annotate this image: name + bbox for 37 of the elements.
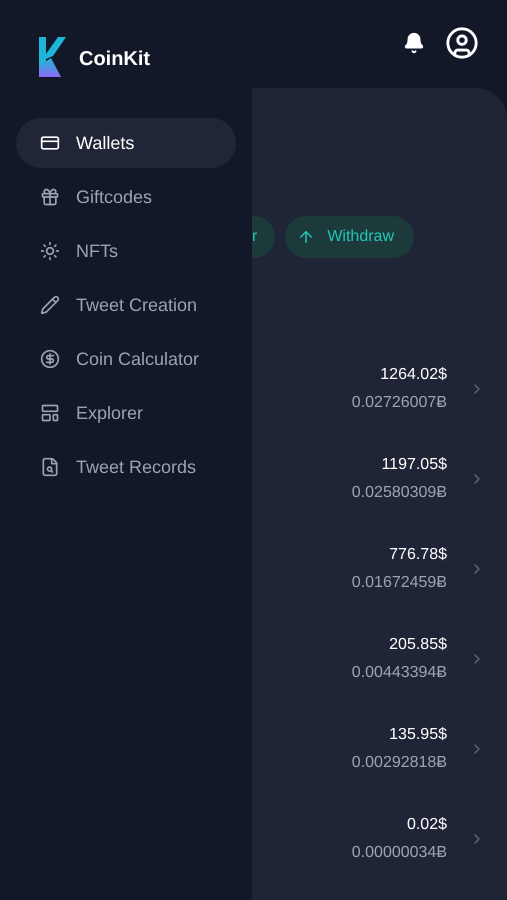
wallet-row[interactable]: 776.78$ 0.01672459Ƀ (252, 524, 507, 614)
usd-amount: 205.85$ (389, 635, 447, 655)
wallet-row[interactable]: 0.02$ 0.00000034Ƀ (252, 794, 507, 884)
wallet-row[interactable]: 1264.02$ 0.02726007Ƀ (252, 344, 507, 434)
wallet-row[interactable]: 1197.05$ 0.02580309Ƀ (252, 434, 507, 524)
usd-amount: 0.02$ (406, 815, 447, 835)
btc-amount: 0.02580309Ƀ (352, 483, 447, 503)
wallet-row[interactable]: 135.95$ 0.00292818Ƀ (252, 704, 507, 794)
action-button[interactable]: Withdraw (285, 216, 414, 258)
sidebar-item[interactable]: Tweet Creation (16, 280, 236, 330)
btc-amount: 0.02726007Ƀ (352, 393, 447, 413)
wallet-row[interactable]: 205.85$ 0.00443394Ƀ (252, 614, 507, 704)
btc-amount: 0.01672459Ƀ (352, 573, 447, 593)
dollar-coin-icon (40, 349, 60, 369)
sidebar-item[interactable]: Tweet Records (16, 442, 236, 492)
action-button[interactable]: r (252, 216, 276, 258)
btc-amount: 0.00000034Ƀ (352, 843, 447, 863)
pencil-icon (40, 295, 60, 315)
btc-amount: 0.00443394Ƀ (352, 663, 447, 683)
sidebar-item[interactable]: NFTs (16, 226, 236, 276)
brand-name: CoinKit (79, 47, 150, 72)
sidebar-item[interactable]: Explorer (16, 388, 236, 438)
sidebar-item[interactable]: Wallets (16, 118, 236, 168)
account-icon[interactable] (445, 26, 479, 60)
document-search-icon (40, 457, 60, 477)
usd-amount: 135.95$ (389, 725, 447, 745)
gift-icon (40, 187, 60, 207)
usd-amount: 776.78$ (389, 545, 447, 565)
notification-bell-icon[interactable] (403, 32, 425, 54)
sun-icon (40, 241, 60, 261)
sidebar-item[interactable]: Coin Calculator (16, 334, 236, 384)
usd-amount: 1264.02$ (380, 365, 447, 385)
logo-icon (37, 36, 67, 78)
sidebar-item[interactable]: Giftcodes (16, 172, 236, 222)
usd-amount: 1197.05$ (381, 455, 447, 475)
layout-icon (40, 403, 60, 423)
btc-amount: 0.00292818Ƀ (352, 753, 447, 773)
